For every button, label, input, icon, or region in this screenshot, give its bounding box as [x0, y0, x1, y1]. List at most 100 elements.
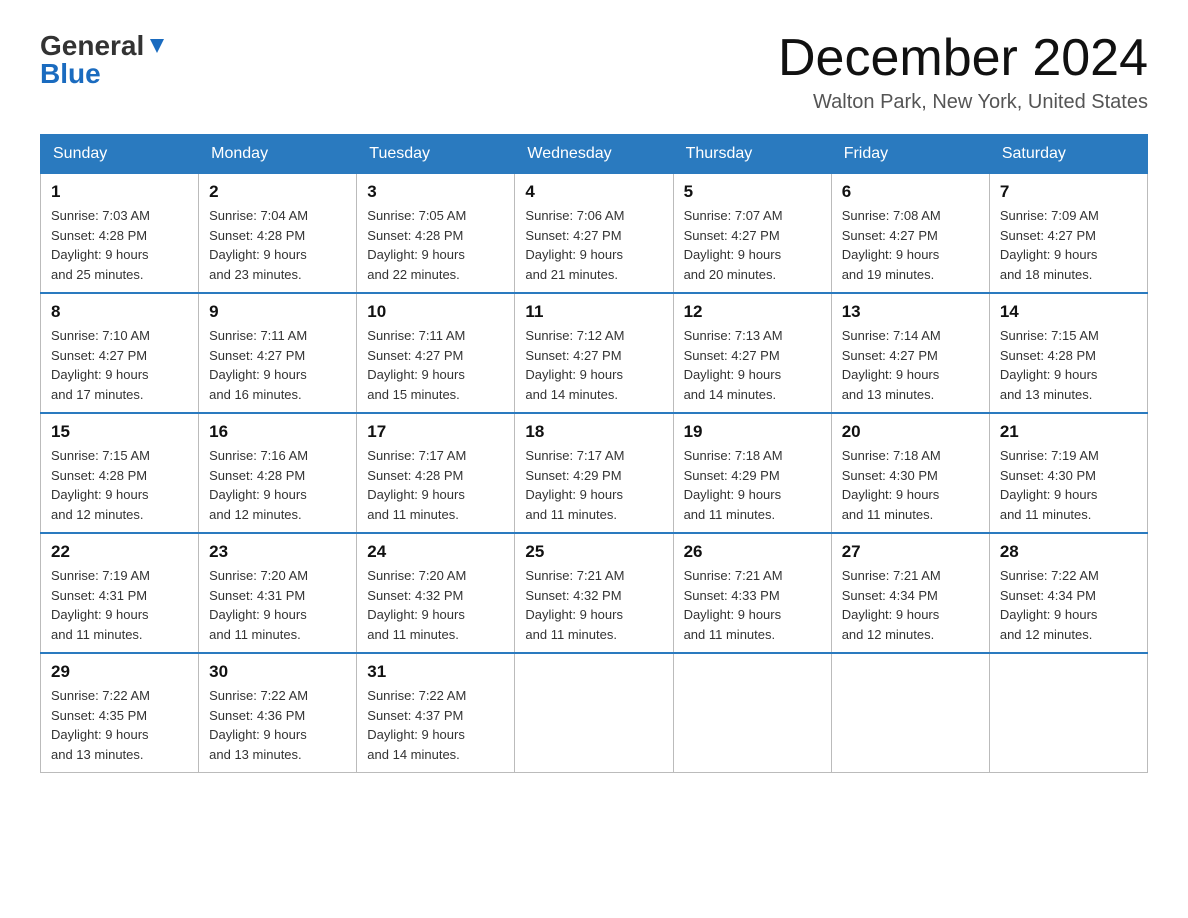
day-info: Sunrise: 7:16 AM Sunset: 4:28 PM Dayligh…: [209, 446, 346, 524]
day-number: 28: [1000, 542, 1137, 562]
day-info: Sunrise: 7:15 AM Sunset: 4:28 PM Dayligh…: [51, 446, 188, 524]
calendar-header-tuesday: Tuesday: [357, 135, 515, 174]
calendar-week-row: 22 Sunrise: 7:19 AM Sunset: 4:31 PM Dayli…: [41, 533, 1148, 653]
calendar-week-row: 15Sunrise: 7:15 AM Sunset: 4:28 PM Dayli…: [41, 413, 1148, 533]
day-number: 17: [367, 422, 504, 442]
day-number: 6: [842, 182, 979, 202]
day-info: Sunrise: 7:22 AM Sunset: 4:36 PM Dayligh…: [209, 686, 346, 764]
day-number: 19: [684, 422, 821, 442]
day-number: 24: [367, 542, 504, 562]
calendar-day-cell: 8 Sunrise: 7:10 AM Sunset: 4:27 PM Daylig…: [41, 293, 199, 413]
calendar-day-cell: 30 Sunrise: 7:22 AM Sunset: 4:36 PM Dayli…: [199, 653, 357, 773]
day-info: Sunrise: 7:03 AM Sunset: 4:28 PM Dayligh…: [51, 206, 188, 284]
day-info: Sunrise: 7:22 AM Sunset: 4:34 PM Dayligh…: [1000, 566, 1137, 644]
day-info: Sunrise: 7:21 AM Sunset: 4:34 PM Dayligh…: [842, 566, 979, 644]
calendar-day-cell: 29Sunrise: 7:22 AM Sunset: 4:35 PM Dayli…: [41, 653, 199, 773]
calendar-day-cell: 9 Sunrise: 7:11 AM Sunset: 4:27 PM Daylig…: [199, 293, 357, 413]
calendar-header-wednesday: Wednesday: [515, 135, 673, 174]
calendar-day-cell: 7 Sunrise: 7:09 AM Sunset: 4:27 PM Daylig…: [989, 174, 1147, 294]
day-number: 25: [525, 542, 662, 562]
day-number: 12: [684, 302, 821, 322]
calendar-day-cell: 15Sunrise: 7:15 AM Sunset: 4:28 PM Dayli…: [41, 413, 199, 533]
calendar-day-cell: 4 Sunrise: 7:06 AM Sunset: 4:27 PM Daylig…: [515, 174, 673, 294]
location: Walton Park, New York, United States: [778, 91, 1148, 114]
logo: General Blue: [40, 30, 168, 90]
day-info: Sunrise: 7:13 AM Sunset: 4:27 PM Dayligh…: [684, 326, 821, 404]
day-number: 1: [51, 182, 188, 202]
calendar-day-cell: 24 Sunrise: 7:20 AM Sunset: 4:32 PM Dayli…: [357, 533, 515, 653]
calendar-header-row: SundayMondayTuesdayWednesdayThursdayFrid…: [41, 135, 1148, 174]
calendar-day-cell: 6 Sunrise: 7:08 AM Sunset: 4:27 PM Daylig…: [831, 174, 989, 294]
day-number: 11: [525, 302, 662, 322]
day-info: Sunrise: 7:21 AM Sunset: 4:32 PM Dayligh…: [525, 566, 662, 644]
day-info: Sunrise: 7:17 AM Sunset: 4:28 PM Dayligh…: [367, 446, 504, 524]
calendar-header-saturday: Saturday: [989, 135, 1147, 174]
day-info: Sunrise: 7:20 AM Sunset: 4:32 PM Dayligh…: [367, 566, 504, 644]
day-number: 9: [209, 302, 346, 322]
day-info: Sunrise: 7:05 AM Sunset: 4:28 PM Dayligh…: [367, 206, 504, 284]
calendar-day-cell: 22 Sunrise: 7:19 AM Sunset: 4:31 PM Dayli…: [41, 533, 199, 653]
day-number: 4: [525, 182, 662, 202]
calendar-day-cell: 5Sunrise: 7:07 AM Sunset: 4:27 PM Daylig…: [673, 174, 831, 294]
calendar-header-sunday: Sunday: [41, 135, 199, 174]
calendar-day-cell: 1 Sunrise: 7:03 AM Sunset: 4:28 PM Daylig…: [41, 174, 199, 294]
calendar-day-cell: 26 Sunrise: 7:21 AM Sunset: 4:33 PM Dayli…: [673, 533, 831, 653]
day-info: Sunrise: 7:17 AM Sunset: 4:29 PM Dayligh…: [525, 446, 662, 524]
day-number: 8: [51, 302, 188, 322]
day-number: 26: [684, 542, 821, 562]
calendar-week-row: 1 Sunrise: 7:03 AM Sunset: 4:28 PM Daylig…: [41, 174, 1148, 294]
calendar-day-cell: 10Sunrise: 7:11 AM Sunset: 4:27 PM Dayli…: [357, 293, 515, 413]
calendar-day-cell: [673, 653, 831, 773]
calendar-day-cell: 12 Sunrise: 7:13 AM Sunset: 4:27 PM Dayli…: [673, 293, 831, 413]
day-number: 13: [842, 302, 979, 322]
day-info: Sunrise: 7:10 AM Sunset: 4:27 PM Dayligh…: [51, 326, 188, 404]
day-info: Sunrise: 7:06 AM Sunset: 4:27 PM Dayligh…: [525, 206, 662, 284]
day-number: 29: [51, 662, 188, 682]
day-info: Sunrise: 7:15 AM Sunset: 4:28 PM Dayligh…: [1000, 326, 1137, 404]
day-number: 23: [209, 542, 346, 562]
calendar-day-cell: 28 Sunrise: 7:22 AM Sunset: 4:34 PM Dayli…: [989, 533, 1147, 653]
calendar-day-cell: 2 Sunrise: 7:04 AM Sunset: 4:28 PM Daylig…: [199, 174, 357, 294]
calendar-day-cell: 16 Sunrise: 7:16 AM Sunset: 4:28 PM Dayli…: [199, 413, 357, 533]
logo-triangle-icon: [146, 35, 168, 57]
day-number: 7: [1000, 182, 1137, 202]
calendar-day-cell: [515, 653, 673, 773]
day-number: 5: [684, 182, 821, 202]
calendar-table: SundayMondayTuesdayWednesdayThursdayFrid…: [40, 134, 1148, 773]
calendar-day-cell: 20 Sunrise: 7:18 AM Sunset: 4:30 PM Dayli…: [831, 413, 989, 533]
day-info: Sunrise: 7:19 AM Sunset: 4:30 PM Dayligh…: [1000, 446, 1137, 524]
calendar-day-cell: [989, 653, 1147, 773]
day-info: Sunrise: 7:11 AM Sunset: 4:27 PM Dayligh…: [209, 326, 346, 404]
calendar-day-cell: 25 Sunrise: 7:21 AM Sunset: 4:32 PM Dayli…: [515, 533, 673, 653]
calendar-week-row: 29Sunrise: 7:22 AM Sunset: 4:35 PM Dayli…: [41, 653, 1148, 773]
day-number: 27: [842, 542, 979, 562]
day-number: 16: [209, 422, 346, 442]
day-info: Sunrise: 7:22 AM Sunset: 4:37 PM Dayligh…: [367, 686, 504, 764]
page-header: General Blue December 2024 Walton Park, …: [40, 30, 1148, 114]
day-info: Sunrise: 7:04 AM Sunset: 4:28 PM Dayligh…: [209, 206, 346, 284]
day-number: 2: [209, 182, 346, 202]
calendar-day-cell: 3 Sunrise: 7:05 AM Sunset: 4:28 PM Daylig…: [357, 174, 515, 294]
day-number: 3: [367, 182, 504, 202]
calendar-week-row: 8 Sunrise: 7:10 AM Sunset: 4:27 PM Daylig…: [41, 293, 1148, 413]
day-number: 22: [51, 542, 188, 562]
day-info: Sunrise: 7:08 AM Sunset: 4:27 PM Dayligh…: [842, 206, 979, 284]
day-info: Sunrise: 7:12 AM Sunset: 4:27 PM Dayligh…: [525, 326, 662, 404]
day-number: 30: [209, 662, 346, 682]
calendar-header-thursday: Thursday: [673, 135, 831, 174]
calendar-day-cell: 11 Sunrise: 7:12 AM Sunset: 4:27 PM Dayli…: [515, 293, 673, 413]
day-info: Sunrise: 7:19 AM Sunset: 4:31 PM Dayligh…: [51, 566, 188, 644]
calendar-day-cell: 27 Sunrise: 7:21 AM Sunset: 4:34 PM Dayli…: [831, 533, 989, 653]
calendar-day-cell: 14 Sunrise: 7:15 AM Sunset: 4:28 PM Dayli…: [989, 293, 1147, 413]
day-info: Sunrise: 7:09 AM Sunset: 4:27 PM Dayligh…: [1000, 206, 1137, 284]
calendar-day-cell: 18Sunrise: 7:17 AM Sunset: 4:29 PM Dayli…: [515, 413, 673, 533]
day-info: Sunrise: 7:21 AM Sunset: 4:33 PM Dayligh…: [684, 566, 821, 644]
day-number: 14: [1000, 302, 1137, 322]
calendar-header-friday: Friday: [831, 135, 989, 174]
day-info: Sunrise: 7:20 AM Sunset: 4:31 PM Dayligh…: [209, 566, 346, 644]
calendar-day-cell: 13Sunrise: 7:14 AM Sunset: 4:27 PM Dayli…: [831, 293, 989, 413]
day-number: 20: [842, 422, 979, 442]
day-number: 10: [367, 302, 504, 322]
day-info: Sunrise: 7:18 AM Sunset: 4:30 PM Dayligh…: [842, 446, 979, 524]
calendar-day-cell: 19Sunrise: 7:18 AM Sunset: 4:29 PM Dayli…: [673, 413, 831, 533]
